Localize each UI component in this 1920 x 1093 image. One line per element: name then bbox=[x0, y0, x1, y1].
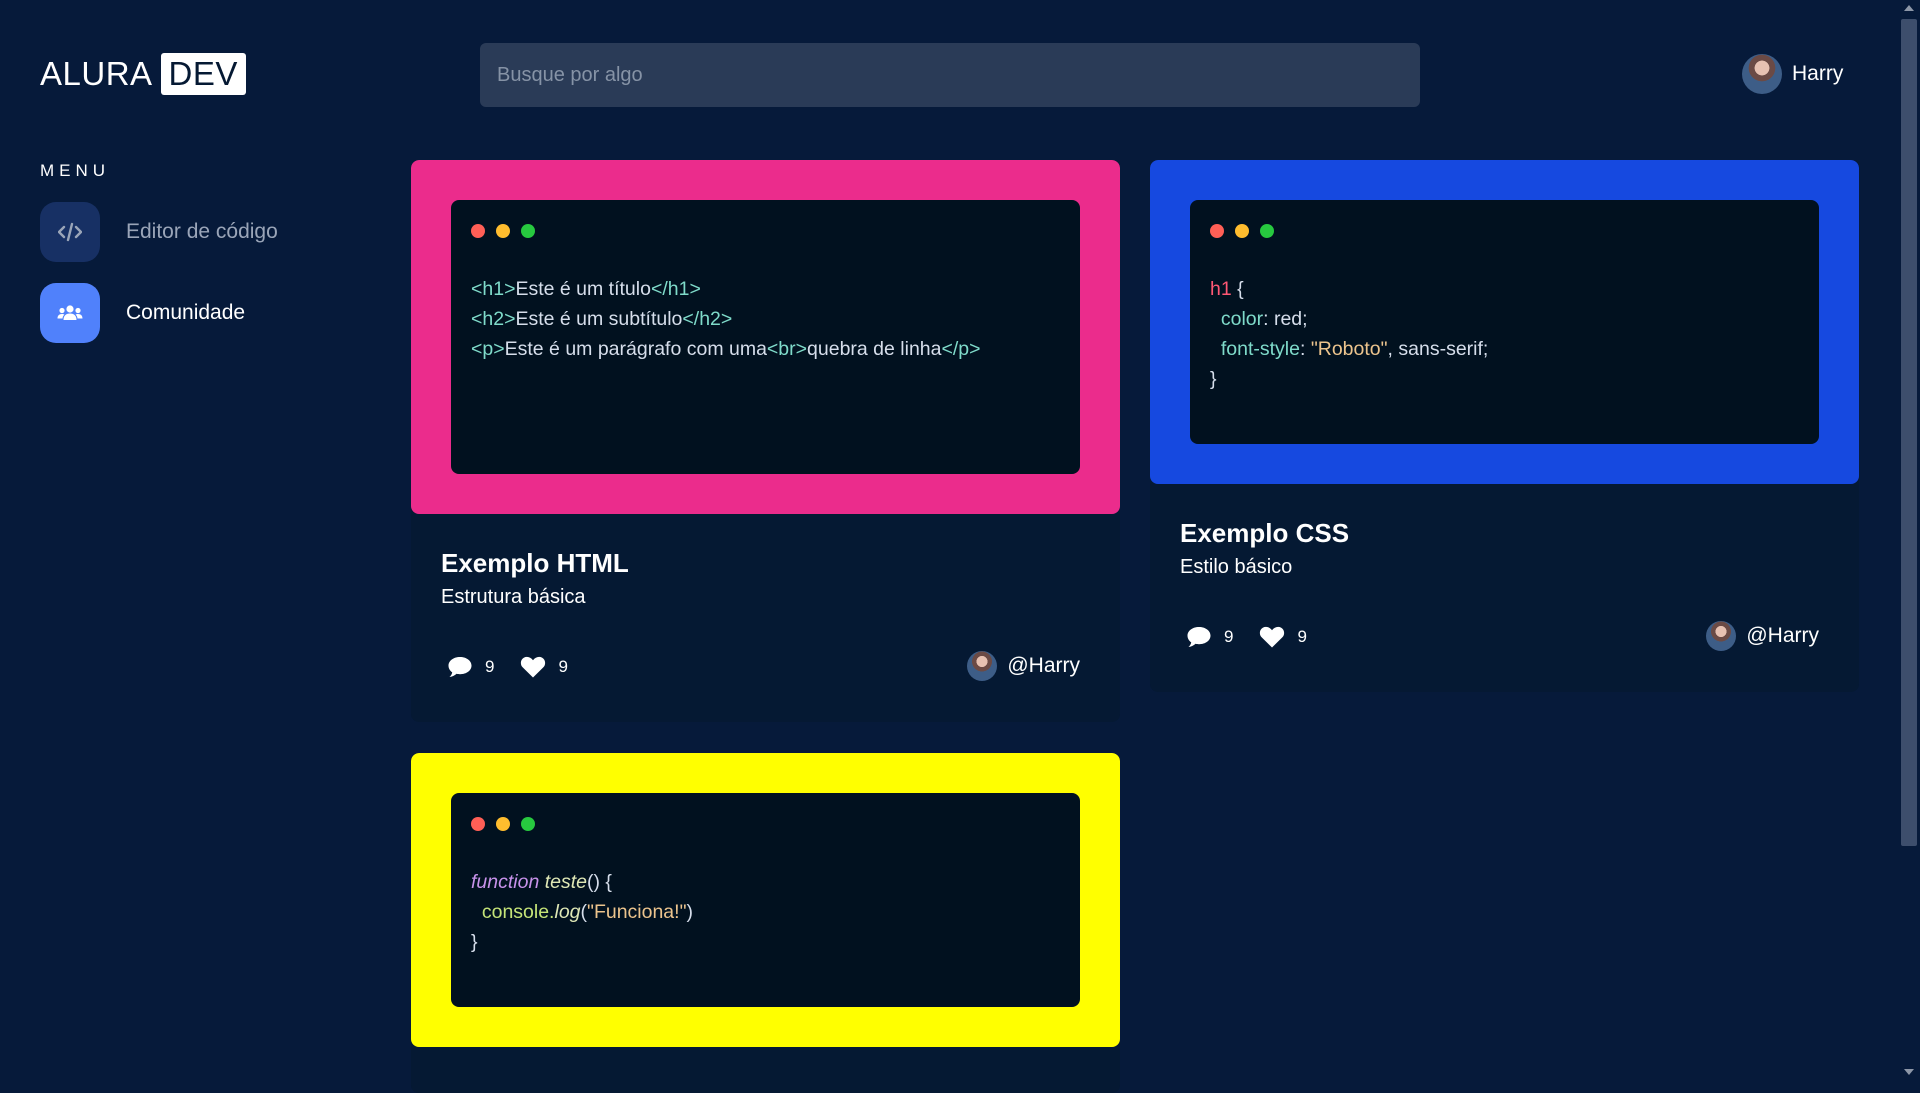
card-frame: function teste() { console.log("Funciona… bbox=[411, 753, 1120, 1047]
menu-title: MENU bbox=[40, 161, 111, 180]
yellow-dot-icon bbox=[496, 224, 510, 238]
code-icon bbox=[40, 202, 100, 262]
menu-item-code-editor[interactable]: Editor de código bbox=[40, 202, 278, 262]
yellow-dot-icon bbox=[496, 817, 510, 831]
window-dots bbox=[471, 224, 535, 238]
card-frame: <h1>Este é um título</h1> <h2>Este é um … bbox=[411, 160, 1120, 514]
card-subtitle: Estilo básico bbox=[1180, 556, 1293, 578]
comment-icon bbox=[448, 657, 472, 677]
comments-count: 9 bbox=[485, 657, 495, 676]
card-title: Exemplo HTML bbox=[441, 548, 629, 578]
likes-count: 9 bbox=[1297, 627, 1307, 646]
author-name: @Harry bbox=[1007, 654, 1080, 677]
code-block: <h1>Este é um título</h1> <h2>Este é um … bbox=[471, 278, 981, 360]
card-stats: 9 9 bbox=[447, 655, 594, 679]
red-dot-icon bbox=[1210, 224, 1224, 238]
logo-badge: DEV bbox=[160, 53, 246, 95]
menu-item-label: Editor de código bbox=[126, 220, 278, 243]
author-avatar bbox=[1706, 621, 1737, 651]
green-dot-icon bbox=[521, 224, 535, 238]
author-avatar bbox=[967, 651, 998, 681]
scroll-thumb[interactable] bbox=[1901, 19, 1917, 846]
search-input[interactable] bbox=[480, 43, 1420, 107]
comments-button[interactable]: 9 bbox=[447, 655, 494, 679]
author-name: @Harry bbox=[1746, 624, 1819, 647]
logo-text: ALURA bbox=[40, 55, 153, 92]
red-dot-icon bbox=[471, 224, 485, 238]
window-dots bbox=[1210, 224, 1274, 238]
like-button[interactable]: 9 bbox=[1259, 625, 1307, 649]
green-dot-icon bbox=[521, 817, 535, 831]
code-editor-preview: <h1>Este é um título</h1> <h2>Este é um … bbox=[451, 200, 1080, 474]
comment-icon bbox=[1187, 627, 1211, 647]
red-dot-icon bbox=[471, 817, 485, 831]
yellow-dot-icon bbox=[1235, 224, 1249, 238]
scroll-down-icon[interactable] bbox=[1904, 1069, 1914, 1075]
user-avatar bbox=[1742, 54, 1782, 94]
green-dot-icon bbox=[1260, 224, 1274, 238]
card-title: Exemplo CSS bbox=[1180, 518, 1350, 548]
heart-icon bbox=[521, 656, 546, 678]
like-button[interactable]: 9 bbox=[520, 655, 568, 679]
code-block: function teste() { console.log("Funciona… bbox=[471, 871, 693, 953]
code-block: h1 { color: red; font-style: "Roboto", s… bbox=[1210, 278, 1489, 390]
project-card-css[interactable]: h1 { color: red; font-style: "Roboto", s… bbox=[1150, 160, 1859, 692]
comments-button[interactable]: 9 bbox=[1186, 625, 1233, 649]
users-icon bbox=[40, 283, 100, 343]
menu-item-community[interactable]: Comunidade bbox=[40, 283, 245, 343]
comments-count: 9 bbox=[1224, 627, 1234, 646]
page-scrollbar[interactable] bbox=[1898, 0, 1920, 1080]
scroll-up-icon[interactable] bbox=[1904, 5, 1914, 11]
logo[interactable]: ALURA DEV bbox=[40, 52, 246, 96]
project-card-html[interactable]: <h1>Este é um título</h1> <h2>Este é um … bbox=[411, 160, 1120, 722]
user-name: Harry bbox=[1792, 62, 1844, 85]
menu-item-label: Comunidade bbox=[126, 301, 246, 324]
card-author[interactable]: @Harry bbox=[1706, 621, 1819, 651]
project-card-js[interactable]: function teste() { console.log("Funciona… bbox=[411, 753, 1120, 1093]
card-subtitle: Estrutura básica bbox=[441, 586, 586, 608]
card-frame: h1 { color: red; font-style: "Roboto", s… bbox=[1150, 160, 1859, 484]
window-dots bbox=[471, 817, 535, 831]
heart-icon bbox=[1260, 626, 1285, 648]
user-profile[interactable]: Harry bbox=[1742, 53, 1843, 95]
card-author[interactable]: @Harry bbox=[967, 651, 1080, 681]
card-stats: 9 9 bbox=[1186, 625, 1333, 649]
code-editor-preview: h1 { color: red; font-style: "Roboto", s… bbox=[1190, 200, 1819, 444]
code-editor-preview: function teste() { console.log("Funciona… bbox=[451, 793, 1080, 1007]
likes-count: 9 bbox=[558, 657, 568, 676]
